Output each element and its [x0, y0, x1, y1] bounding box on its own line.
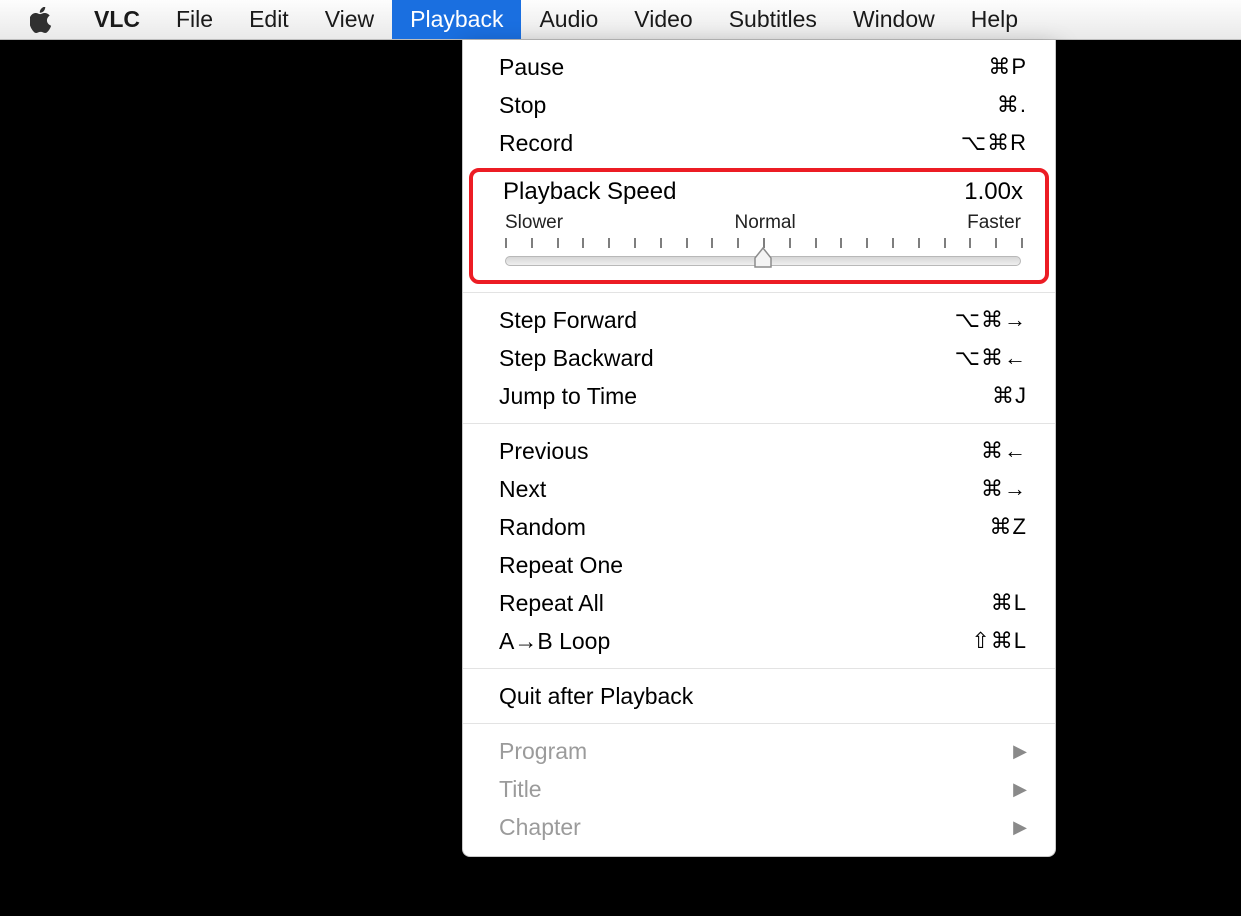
menu-item-program: Program ▶	[463, 732, 1055, 770]
speed-label-faster: Faster	[967, 212, 1021, 234]
menu-item-label: Program	[499, 736, 1007, 766]
menu-help[interactable]: Help	[953, 0, 1036, 39]
menu-item-step-forward[interactable]: Step Forward ⌥⌘→	[463, 301, 1055, 339]
menu-item-quit-after-playback[interactable]: Quit after Playback	[463, 677, 1055, 715]
menu-separator	[463, 723, 1055, 724]
menu-item-repeat-one[interactable]: Repeat One	[463, 546, 1055, 584]
menu-item-shortcut: ⌥⌘R	[961, 128, 1027, 158]
playback-speed-block: Playback Speed 1.00x Slower Normal Faste…	[469, 168, 1049, 284]
menu-item-random[interactable]: Random ⌘Z	[463, 508, 1055, 546]
menu-item-shortcut: ⌥⌘→	[955, 305, 1027, 335]
menu-app-name[interactable]: VLC	[76, 0, 158, 39]
menu-item-previous[interactable]: Previous ⌘←	[463, 432, 1055, 470]
menu-item-shortcut: ⌘←	[981, 436, 1027, 466]
menu-item-label: Previous	[499, 436, 981, 466]
menubar: VLC File Edit View Playback Audio Video …	[0, 0, 1241, 40]
menu-item-pause[interactable]: Pause ⌘P	[463, 48, 1055, 86]
menu-item-label: Pause	[499, 52, 988, 82]
menu-item-step-backward[interactable]: Step Backward ⌥⌘←	[463, 339, 1055, 377]
menu-separator	[463, 668, 1055, 669]
menu-item-jump-to-time[interactable]: Jump to Time ⌘J	[463, 377, 1055, 415]
menu-separator	[463, 292, 1055, 293]
menu-item-record[interactable]: Record ⌥⌘R	[463, 124, 1055, 162]
submenu-arrow-icon: ▶	[1013, 774, 1027, 804]
menu-item-shortcut: ⌘L	[991, 588, 1027, 618]
menu-item-label: Repeat One	[499, 550, 1027, 580]
menu-file[interactable]: File	[158, 0, 231, 39]
speed-slider[interactable]	[505, 256, 1021, 266]
menu-separator	[463, 423, 1055, 424]
submenu-arrow-icon: ▶	[1013, 736, 1027, 766]
menu-item-label: Stop	[499, 90, 997, 120]
menu-item-label: Repeat All	[499, 588, 991, 618]
menu-item-label: A→B Loop	[499, 626, 971, 656]
menu-item-shortcut: ⌘→	[981, 474, 1027, 504]
menu-item-shortcut: ⇧⌘L	[971, 626, 1027, 656]
speed-label-slower: Slower	[505, 212, 563, 234]
menu-view[interactable]: View	[307, 0, 392, 39]
menu-window[interactable]: Window	[835, 0, 953, 39]
menu-playback[interactable]: Playback	[392, 0, 521, 39]
speed-slider-thumb-icon[interactable]	[753, 247, 773, 269]
menu-subtitles[interactable]: Subtitles	[711, 0, 835, 39]
playback-speed-title: Playback Speed	[503, 178, 676, 206]
menu-item-next[interactable]: Next ⌘→	[463, 470, 1055, 508]
apple-logo-icon[interactable]	[28, 7, 54, 33]
menu-item-label: Title	[499, 774, 1007, 804]
menu-item-chapter: Chapter ▶	[463, 808, 1055, 846]
menu-item-label: Jump to Time	[499, 381, 992, 411]
menu-item-shortcut: ⌥⌘←	[955, 343, 1027, 373]
menu-item-repeat-all[interactable]: Repeat All ⌘L	[463, 584, 1055, 622]
menu-item-shortcut: ⌘Z	[990, 512, 1027, 542]
menu-item-label: Step Forward	[499, 305, 955, 335]
menu-item-label: Next	[499, 474, 981, 504]
menu-video[interactable]: Video	[616, 0, 710, 39]
menu-edit[interactable]: Edit	[231, 0, 307, 39]
menu-item-label: Quit after Playback	[499, 681, 1027, 711]
menu-audio[interactable]: Audio	[521, 0, 616, 39]
menu-item-ab-loop[interactable]: A→B Loop ⇧⌘L	[463, 622, 1055, 660]
menu-item-label: Record	[499, 128, 961, 158]
speed-label-normal: Normal	[734, 212, 795, 234]
playback-speed-value: 1.00x	[964, 178, 1023, 206]
menu-item-shortcut: ⌘P	[988, 52, 1027, 82]
menu-item-stop[interactable]: Stop ⌘.	[463, 86, 1055, 124]
menu-item-title: Title ▶	[463, 770, 1055, 808]
menu-item-shortcut: ⌘.	[997, 90, 1027, 120]
menu-item-label: Random	[499, 512, 990, 542]
submenu-arrow-icon: ▶	[1013, 812, 1027, 842]
menu-item-shortcut: ⌘J	[992, 381, 1027, 411]
playback-dropdown: Pause ⌘P Stop ⌘. Record ⌥⌘R Playback Spe…	[462, 40, 1056, 857]
menu-item-label: Chapter	[499, 812, 1007, 842]
menu-item-label: Step Backward	[499, 343, 955, 373]
